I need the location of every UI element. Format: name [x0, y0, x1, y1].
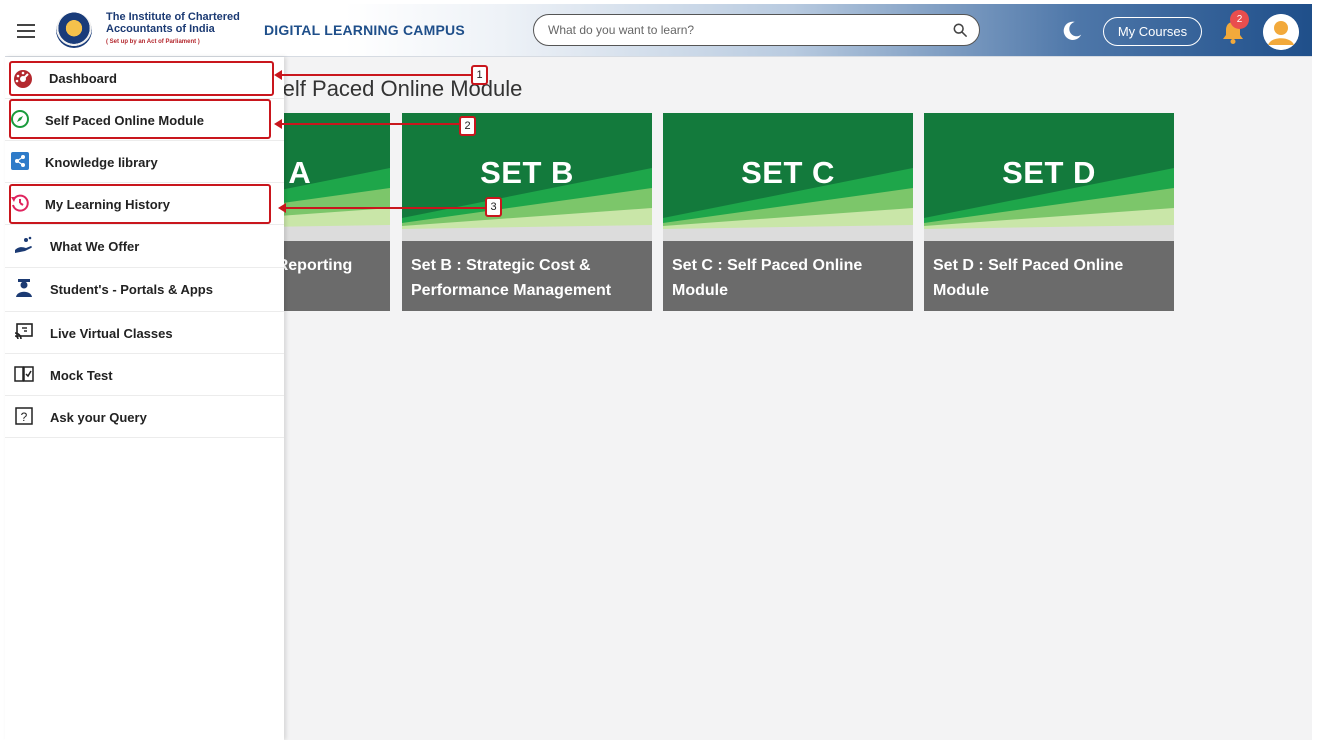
card-caption: Set D : Self Paced Online Module	[933, 257, 1124, 299]
sidebar-item-label: Knowledge library	[45, 155, 158, 170]
dark-mode-moon-icon[interactable]	[1061, 20, 1083, 42]
question-box-icon: ?	[15, 407, 33, 425]
user-avatar[interactable]	[1263, 14, 1299, 50]
sidebar-item-live-virtual-classes[interactable]: Live Virtual Classes	[5, 312, 284, 354]
sidebar-item-label: Student's - Portals & Apps	[50, 282, 213, 297]
top-header: The Institute of Chartered Accountants o…	[5, 4, 1312, 57]
book-check-icon	[14, 366, 34, 382]
cast-icon	[14, 323, 33, 340]
icai-logo[interactable]	[56, 12, 92, 48]
brand-title: DIGITAL LEARNING CAMPUS	[264, 22, 465, 38]
annotation-callout-1: 1	[471, 65, 488, 85]
search-input[interactable]	[548, 23, 928, 37]
sidebar-item-ask-your-query[interactable]: ? Ask your Query	[5, 396, 284, 438]
annotation-arrow-line-2	[281, 123, 459, 125]
annotation-callout-3: 3	[485, 197, 502, 217]
course-card-set-c[interactable]: SET C Set C : Self Paced Online Module	[663, 113, 913, 311]
card-set-label: SET B	[480, 155, 574, 190]
annotation-arrow-line-1	[281, 74, 471, 76]
sidebar-menu: Dashboard Self Paced Online Module Knowl…	[5, 57, 284, 740]
sidebar-item-label: What We Offer	[50, 239, 140, 254]
org-name-line1: The Institute of Chartered	[106, 11, 240, 23]
student-icon	[16, 279, 32, 297]
annotation-arrow-line-3	[285, 207, 485, 209]
course-card-set-d[interactable]: SET D Set D : Self Paced Online Module	[924, 113, 1174, 311]
highlight-box-learning-history	[9, 184, 271, 224]
card-set-label: SET C	[741, 155, 835, 190]
annotation-callout-2: 2	[459, 116, 476, 136]
sidebar-item-mock-test[interactable]: Mock Test	[5, 354, 284, 396]
sidebar-item-what-we-offer[interactable]: What We Offer	[5, 225, 284, 268]
hand-offer-icon	[15, 236, 32, 253]
org-name-line2: Accountants of India	[106, 23, 215, 35]
sidebar-item-label: Ask your Query	[50, 410, 147, 425]
user-avatar-icon	[1263, 14, 1299, 50]
notification-count-badge: 2	[1230, 10, 1249, 29]
hamburger-menu-icon[interactable]	[17, 20, 35, 40]
share-icon	[11, 152, 29, 170]
svg-text:?: ?	[21, 410, 28, 424]
sidebar-item-label: Mock Test	[50, 368, 113, 383]
sidebar-item-students-portals-apps[interactable]: Student's - Portals & Apps	[5, 268, 284, 312]
my-courses-button[interactable]: My Courses	[1103, 17, 1202, 46]
course-card-set-b[interactable]: SET B Set B : Strategic Cost & Performan…	[402, 113, 652, 311]
card-set-label: SET D	[1002, 155, 1096, 190]
org-name-line3: ( Set up by an Act of Parliament )	[106, 39, 200, 45]
search-box[interactable]	[533, 14, 980, 46]
search-icon[interactable]	[953, 23, 967, 37]
card-caption: Set B : Strategic Cost & Performance Man…	[411, 257, 612, 299]
highlight-box-dashboard	[9, 61, 274, 96]
org-name: The Institute of Chartered Accountants o…	[106, 11, 240, 48]
sidebar-item-label: Live Virtual Classes	[50, 326, 173, 341]
highlight-box-self-paced	[9, 99, 271, 139]
sidebar-item-knowledge-library[interactable]: Knowledge library	[5, 141, 284, 183]
card-caption: Set C : Self Paced Online Module	[672, 257, 863, 299]
